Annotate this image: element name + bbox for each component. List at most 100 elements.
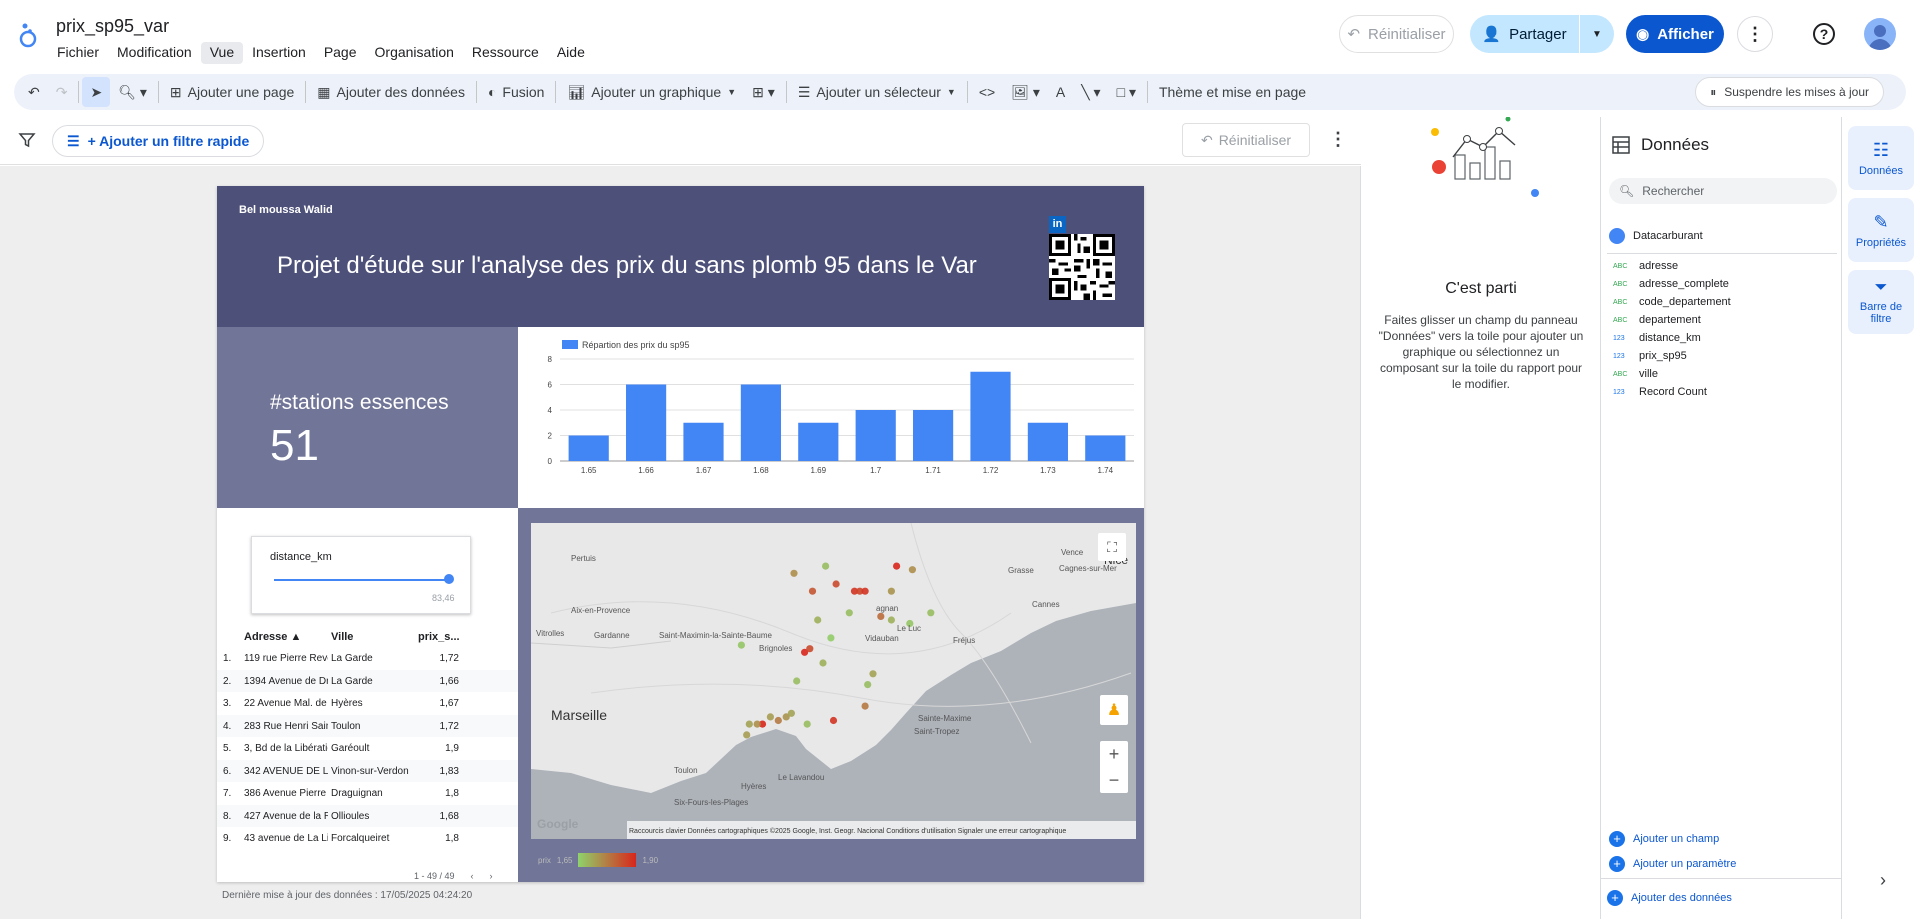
field-item[interactable]: 123 prix_sp95 xyxy=(1613,350,1687,362)
menu-aide[interactable]: Aide xyxy=(548,42,594,64)
field-item[interactable]: ABC ville xyxy=(1613,368,1658,380)
document-title[interactable]: prix_sp95_var xyxy=(56,16,169,37)
qr-code-icon[interactable] xyxy=(1049,234,1115,300)
station-bubble[interactable] xyxy=(808,587,817,595)
fusion-button[interactable]: ◐ Fusion xyxy=(480,77,553,107)
field-search-input[interactable]: 🔍︎ Rechercher xyxy=(1609,178,1837,204)
station-bubble[interactable] xyxy=(869,670,877,678)
menu-insertion[interactable]: Insertion xyxy=(243,42,315,64)
share-button[interactable]: 👤 Partager xyxy=(1470,15,1579,53)
menu-vue[interactable]: Vue xyxy=(200,42,244,64)
table-row[interactable]: 6. 342 AVENUE DE LA...Vinon-sur-Verdon 1,8… xyxy=(217,759,518,782)
street-view-pegman-icon[interactable]: ♟︎ xyxy=(1100,695,1128,725)
bar[interactable] xyxy=(740,384,781,462)
station-bubble[interactable] xyxy=(819,659,827,667)
kpi-scorecard[interactable]: #stations essences 51 xyxy=(217,327,518,508)
reset-filter-button[interactable]: ↶ Réinitialiser xyxy=(1182,123,1310,157)
reset-button[interactable]: ↶ Réinitialiser xyxy=(1339,15,1454,53)
shape-icon[interactable]: □ ▾ xyxy=(1109,77,1144,107)
rail-filter-bar-button[interactable]: ⏷ Barre de filtre xyxy=(1848,270,1914,334)
station-bubble[interactable] xyxy=(877,612,885,620)
field-item[interactable]: 123 distance_km xyxy=(1613,332,1701,344)
fullscreen-icon[interactable]: ⛶ xyxy=(1098,533,1126,561)
table-row[interactable]: 4. 283 Rue Henri Saint...Toulon 1,72 xyxy=(217,714,518,737)
more-options-button[interactable]: ⋮ xyxy=(1737,16,1773,52)
station-bubble[interactable] xyxy=(814,616,822,624)
station-bubble[interactable] xyxy=(893,562,901,570)
station-bubble[interactable] xyxy=(745,720,753,728)
station-bubble[interactable] xyxy=(822,562,830,570)
bubble-map[interactable]: Pertuis Aix-en-Provence Vitrolles Gardan… xyxy=(531,523,1136,839)
station-bubble[interactable] xyxy=(927,609,935,617)
station-bubble[interactable] xyxy=(832,580,840,588)
table-row[interactable]: 9. 43 avenue de La Lib...Forcalqueiret 1,8 xyxy=(217,827,518,849)
station-bubble[interactable] xyxy=(743,731,751,739)
zoom-in-icon[interactable]: + xyxy=(1109,744,1120,765)
field-item[interactable]: ABC adresse xyxy=(1613,260,1678,272)
station-bubble[interactable] xyxy=(753,720,761,728)
field-item[interactable]: ABC adresse_complete xyxy=(1613,278,1729,290)
prev-page-icon[interactable]: ‹ xyxy=(471,871,474,881)
bar[interactable] xyxy=(913,410,954,461)
column-header-ville[interactable]: Ville xyxy=(331,631,353,643)
field-item[interactable]: 123 Record Count xyxy=(1613,386,1707,398)
add-chart-button[interactable]: 📊︎ Ajouter un graphique ▼ xyxy=(559,77,744,107)
menu-modification[interactable]: Modification xyxy=(108,42,201,64)
zoom-icon[interactable]: 🔍︎ ▾ xyxy=(110,77,155,107)
zoom-out-icon[interactable]: − xyxy=(1109,770,1120,791)
add-selector-button[interactable]: ☰ Ajouter un sélecteur ▼ xyxy=(790,77,964,107)
report-title[interactable]: Projet d'étude sur l'analyse des prix du… xyxy=(277,252,977,280)
bar[interactable] xyxy=(568,435,609,462)
column-header-prix[interactable]: prix_s... xyxy=(418,631,460,643)
station-bubble[interactable] xyxy=(766,713,774,721)
add-data-button[interactable]: ▦ Ajouter des données xyxy=(309,77,473,107)
line-icon[interactable]: ╲ ▾ xyxy=(1073,77,1108,107)
menu-fichier[interactable]: Fichier xyxy=(48,42,108,64)
station-bubble[interactable] xyxy=(803,720,811,728)
map-attribution[interactable]: Raccourcis clavier Données cartographiqu… xyxy=(629,827,1066,835)
field-item[interactable]: ABC code_departement xyxy=(1613,296,1731,308)
more-vert-icon[interactable]: ⋮ xyxy=(1329,129,1347,150)
filter-icon[interactable] xyxy=(18,131,36,149)
bar[interactable] xyxy=(855,410,896,461)
table-row[interactable]: 3. 22 Avenue Mal. de L...Hyères 1,67 xyxy=(217,692,518,714)
station-bubble[interactable] xyxy=(887,587,895,595)
table-row[interactable]: 8. 427 Avenue de la R...Ollioules 1,68 xyxy=(217,804,518,827)
station-bubble[interactable] xyxy=(861,587,869,595)
station-bubble[interactable] xyxy=(787,709,795,717)
add-component-icon[interactable]: ⊞ ▾ xyxy=(744,77,783,107)
bar[interactable] xyxy=(970,371,1011,461)
station-bubble[interactable] xyxy=(774,716,782,725)
help-icon[interactable]: ? xyxy=(1810,20,1838,48)
text-box-icon[interactable]: A xyxy=(1048,77,1073,107)
station-bubble[interactable] xyxy=(845,609,853,617)
add-parameter-button[interactable]: + Ajouter un paramètre xyxy=(1609,856,1736,872)
table-row[interactable]: 7. 386 Avenue Pierre ... Draguignan 1,8 xyxy=(217,782,518,804)
station-bubble[interactable] xyxy=(827,634,835,642)
undo-icon[interactable]: ↶ xyxy=(20,77,48,107)
pause-updates-button[interactable]: ⏸︎ Suspendre les mises à jour xyxy=(1695,77,1884,107)
menu-page[interactable]: Page xyxy=(315,42,366,64)
station-bubble[interactable] xyxy=(864,681,872,689)
menu-organisation[interactable]: Organisation xyxy=(366,42,463,64)
chevron-right-icon[interactable]: › xyxy=(1880,870,1886,891)
rail-properties-button[interactable]: ✎ Propriétés xyxy=(1848,198,1914,262)
image-icon[interactable]: 🖼︎ ▾ xyxy=(1003,77,1048,107)
distance-slider-control[interactable]: distance_km 83,46 xyxy=(251,536,471,614)
bar[interactable] xyxy=(798,422,839,461)
station-bubble[interactable] xyxy=(861,702,869,710)
menu-ressource[interactable]: Ressource xyxy=(463,42,548,64)
add-data-source-button[interactable]: + Ajouter des données xyxy=(1607,890,1732,906)
select-pointer-icon[interactable]: ➤ xyxy=(82,77,111,107)
slider-track[interactable] xyxy=(274,579,449,581)
station-bubble[interactable] xyxy=(793,677,801,685)
add-quick-filter-button[interactable]: ☰ + Ajouter un filtre rapide xyxy=(52,125,265,157)
bar[interactable] xyxy=(1027,422,1068,461)
table-row[interactable]: 5. 3, Bd de la Libératio...Garéoult 1,9 xyxy=(217,737,518,759)
share-dropdown-button[interactable]: ▼ xyxy=(1580,15,1614,53)
theme-layout-button[interactable]: Thème et mise en page xyxy=(1151,77,1314,107)
redo-icon[interactable]: ↷ xyxy=(48,77,76,107)
slider-handle[interactable] xyxy=(444,574,454,584)
table-row[interactable]: 2. 1394 Avenue de Dra...La Garde 1,66 xyxy=(217,669,518,692)
field-item[interactable]: ABC departement xyxy=(1613,314,1701,326)
